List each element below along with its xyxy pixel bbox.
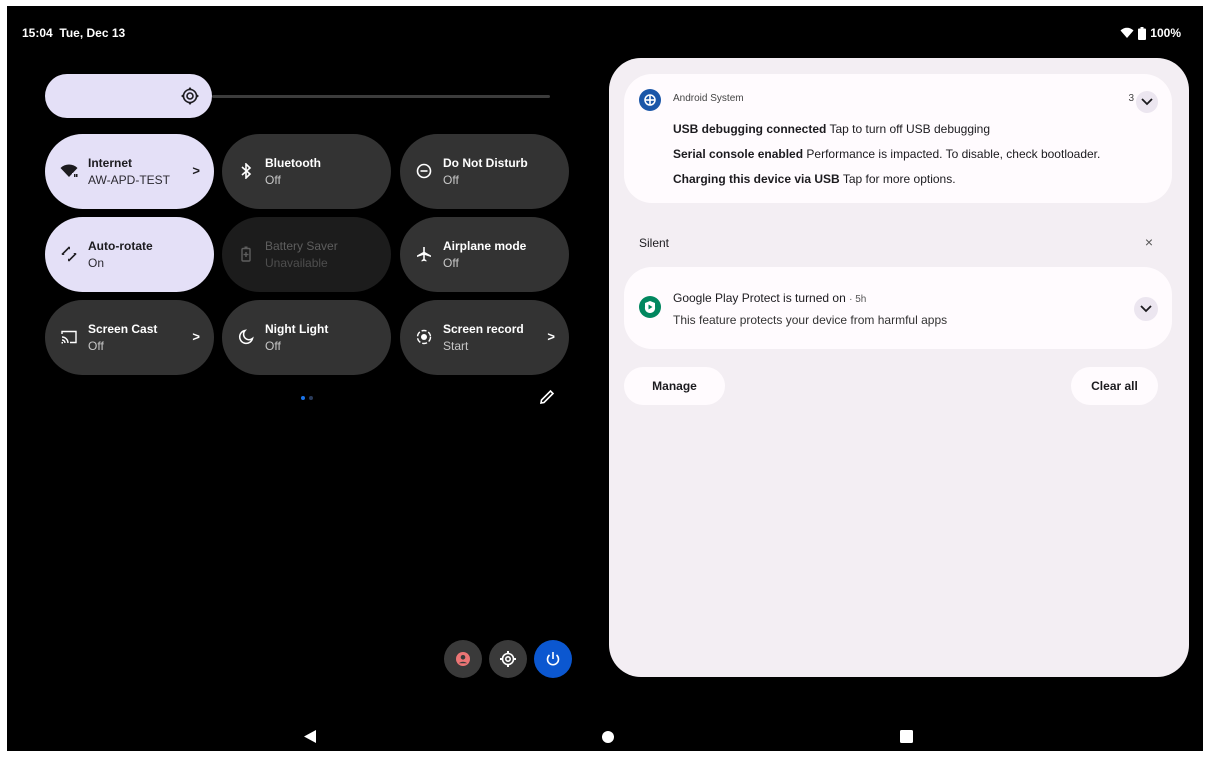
tile-state: Off [265,339,281,353]
tile-battery-saver: Battery Saver Unavailable [222,217,391,292]
status-bar: 15:04 Tue, Dec 13 100% [22,26,1181,42]
expand-chevron-icon[interactable] [1134,297,1158,321]
tile-state: Off [88,339,104,353]
notification-line-title: Serial console enabled [673,147,804,161]
wifi-icon [60,162,78,180]
tile-auto-rotate[interactable]: Auto-rotate On [45,217,214,292]
android-system-icon [639,89,661,111]
tile-label: Internet [88,156,133,170]
notification-line-text: Tap to turn off USB debugging [829,122,991,136]
airplane-icon [415,245,433,263]
night-light-icon [237,328,255,346]
notification-line: Charging this device via USB Tap for mor… [673,172,956,186]
page-dot-active [301,396,305,400]
tile-state: Start [443,339,469,353]
auto-rotate-icon [60,245,78,263]
tile-label: Screen record [443,322,524,336]
notification-app-name: Android System [673,93,744,104]
power-button[interactable] [534,640,572,678]
tile-state: Unavailable [265,256,328,270]
notification-line-title: Charging this device via USB [673,172,840,186]
notification-line: Serial console enabled Performance is im… [673,147,1100,161]
brightness-track [212,95,550,98]
brightness-slider[interactable] [45,74,550,118]
wifi-icon [1120,27,1135,38]
notification-android-system[interactable]: Android System 3 USB debugging connected… [624,74,1172,203]
notification-line-title: USB debugging connected [673,122,827,136]
play-protect-icon [639,296,661,318]
screen-border [1203,0,1209,758]
tile-state: AW-APD-TEST [88,173,171,187]
chevron-right-icon: > [547,329,555,344]
tile-do-not-disturb[interactable]: Do Not Disturb Off [400,134,569,209]
notification-line-text: Performance is impacted. To disable, che… [806,147,1101,161]
tile-label: Auto-rotate [88,239,153,253]
notification-count: 3 [1128,93,1134,104]
silent-section-header: Silent [639,236,670,250]
do-not-disturb-icon [415,162,433,180]
play-protect-title: Google Play Protect is turned on [673,291,846,305]
power-icon [546,652,560,666]
tile-label: Do Not Disturb [443,156,528,170]
status-date: Tue, Dec 13 [59,26,126,40]
home-icon[interactable] [602,731,614,743]
battery-percent: 100% [1150,26,1181,40]
chevron-right-icon: > [192,163,200,178]
user-icon [456,652,470,666]
recents-icon[interactable] [900,730,913,743]
tile-label: Bluetooth [265,156,321,170]
tile-internet[interactable]: Internet AW-APD-TEST > [45,134,214,209]
screen: 15:04 Tue, Dec 13 100% Internet AW-APD-T… [0,0,1209,758]
tile-label: Airplane mode [443,239,527,253]
manage-button[interactable]: Manage [624,367,725,405]
tile-airplane-mode[interactable]: Airplane mode Off [400,217,569,292]
notification-title: Google Play Protect is turned on · 5h [673,291,867,305]
notification-age: 5h [855,294,867,305]
back-icon[interactable] [303,729,317,744]
screen-record-icon [415,328,433,346]
tile-state: Off [265,173,281,187]
close-icon[interactable]: × [1145,234,1153,250]
gear-icon [500,651,516,667]
brightness-icon [181,87,199,105]
bluetooth-icon [237,162,255,180]
user-switch-button[interactable] [444,640,482,678]
notification-line: USB debugging connected Tap to turn off … [673,122,990,136]
battery-icon [1138,26,1147,40]
screen-border [0,0,7,758]
tile-state: Off [443,256,459,270]
status-time: 15:04 [22,26,53,40]
status-clock: 15:04 Tue, Dec 13 [22,26,125,40]
tile-label: Screen Cast [88,322,158,336]
edit-pencil-icon[interactable] [538,388,556,406]
expand-chevron-icon[interactable] [1136,91,1158,113]
chevron-right-icon: > [192,329,200,344]
page-dot [309,396,313,400]
tile-screen-record[interactable]: Screen record Start > [400,300,569,375]
tile-night-light[interactable]: Night Light Off [222,300,391,375]
settings-button[interactable] [489,640,527,678]
page-indicator [301,396,313,400]
screen-border [0,751,1209,758]
notification-play-protect[interactable]: Google Play Protect is turned on · 5h Th… [624,267,1172,349]
tile-label: Night Light [265,322,329,336]
status-icons: 100% [1120,26,1181,40]
notification-shade: Android System 3 USB debugging connected… [609,58,1189,677]
notification-body: This feature protects your device from h… [673,313,948,327]
notification-line-text: Tap for more options. [842,172,956,186]
clear-all-button[interactable]: Clear all [1071,367,1158,405]
tile-state: Off [443,173,459,187]
screen-border [0,0,1209,6]
tile-label: Battery Saver [265,239,338,253]
tile-state: On [88,256,105,270]
tile-screen-cast[interactable]: Screen Cast Off > [45,300,214,375]
tile-bluetooth[interactable]: Bluetooth Off [222,134,391,209]
cast-icon [60,328,78,346]
battery-saver-icon [237,245,255,263]
